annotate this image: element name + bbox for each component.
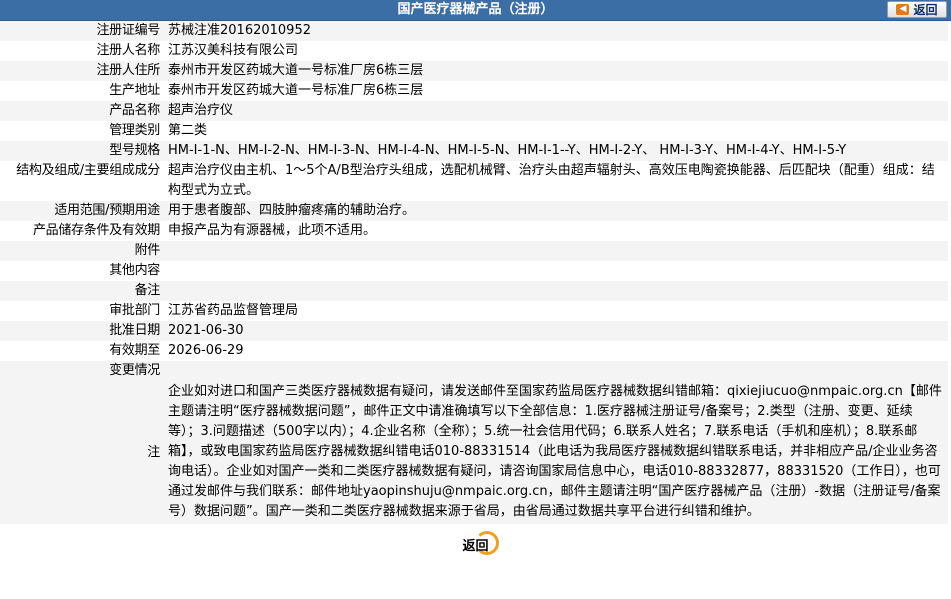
table-row: 产品储存条件及有效期 申报产品为有源器械，此项不适用。 [0, 221, 948, 241]
row-label: 生产地址 [0, 81, 164, 101]
row-value: 2021-06-30 [164, 321, 948, 341]
row-label: 适用范围/预期用途 [0, 201, 164, 221]
note-text: 企业如对进口和国产三类医疗器械数据有疑问，请发送邮件至国家药监局医疗器械数据纠错… [168, 384, 942, 519]
table-row: 产品名称 超声治疗仪 [0, 101, 948, 121]
row-label: 有效期至 [0, 341, 164, 361]
row-value: 泰州市开发区药城大道一号标准厂房6栋三层 [164, 81, 948, 101]
row-value: 企业如对进口和国产三类医疗器械数据有疑问，请发送邮件至国家药监局医疗器械数据纠错… [164, 381, 948, 524]
row-label: 备注 [0, 281, 164, 301]
row-label: 产品储存条件及有效期 [0, 221, 164, 241]
table-row: 变更情况 [0, 361, 948, 381]
back-button-bottom[interactable]: 返回 [453, 531, 499, 557]
back-button-top[interactable]: ◀ 返回 [887, 1, 947, 18]
row-value: 超声治疗仪由主机、1～5个A/B型治疗头组成，选配机械臂、治疗头由超声辐射头、高… [164, 161, 948, 201]
table-row: 生产地址 泰州市开发区药城大道一号标准厂房6栋三层 [0, 81, 948, 101]
table-row: 适用范围/预期用途 用于患者腹部、四肢肿瘤疼痛的辅助治疗。 [0, 201, 948, 221]
table-row-note: 注 企业如对进口和国产三类医疗器械数据有疑问，请发送邮件至国家药监局医疗器械数据… [0, 381, 948, 524]
table-row: 管理类别 第二类 [0, 121, 948, 141]
row-value [164, 281, 948, 301]
row-value: 申报产品为有源器械，此项不适用。 [164, 221, 948, 241]
footer: 返回 [0, 524, 951, 564]
row-label: 其他内容 [0, 261, 164, 281]
row-label: 注册人名称 [0, 41, 164, 61]
row-label: 产品名称 [0, 101, 164, 121]
row-label: 注册人住所 [0, 61, 164, 81]
row-label: 注 [0, 381, 164, 524]
back-button-label: 返回 [462, 538, 489, 554]
row-value [164, 241, 948, 261]
row-label: 注册证编号 [0, 21, 164, 41]
row-value: 2026-06-29 [164, 341, 948, 361]
row-value: 超声治疗仪 [164, 101, 948, 121]
row-label: 管理类别 [0, 121, 164, 141]
table-row: 注册人名称 江苏汉美科技有限公司 [0, 41, 948, 61]
row-label: 批准日期 [0, 321, 164, 341]
table-row: 附件 [0, 241, 948, 261]
row-label: 附件 [0, 241, 164, 261]
row-value: 泰州市开发区药城大道一号标准厂房6栋三层 [164, 61, 948, 81]
detail-table: 注册证编号 苏械注准20162010952 注册人名称 江苏汉美科技有限公司 注册人住所… [0, 21, 948, 524]
back-button-label: 返回 [913, 3, 938, 17]
row-value: 江苏汉美科技有限公司 [164, 41, 948, 61]
table-row: 结构及组成/主要组成成分 超声治疗仪由主机、1～5个A/B型治疗头组成，选配机械臂… [0, 161, 948, 201]
row-label: 型号规格 [0, 141, 164, 161]
table-row: 审批部门 江苏省药品监督管理局 [0, 301, 948, 321]
table-row: 型号规格 HM-I-1-N、HM-I-2-N、HM-I-3-N、HM-I-4-N、… [0, 141, 948, 161]
row-value: 江苏省药品监督管理局 [164, 301, 948, 321]
row-value: 第二类 [164, 121, 948, 141]
row-value [164, 261, 948, 281]
table-row: 有效期至 2026-06-29 [0, 341, 948, 361]
row-value: 用于患者腹部、四肢肿瘤疼痛的辅助治疗。 [164, 201, 948, 221]
page-header: 国产医疗器械产品（注册） ◀ 返回 [0, 0, 951, 21]
row-label: 结构及组成/主要组成成分 [0, 161, 164, 201]
table-row: 批准日期 2021-06-30 [0, 321, 948, 341]
row-label: 审批部门 [0, 301, 164, 321]
page-title: 国产医疗器械产品（注册） [397, 2, 554, 17]
table-row: 注册证编号 苏械注准20162010952 [0, 21, 948, 41]
row-value: HM-I-1-N、HM-I-2-N、HM-I-3-N、HM-I-4-N、HM-I… [164, 141, 948, 161]
table-row: 备注 [0, 281, 948, 301]
table-row: 其他内容 [0, 261, 948, 281]
row-value [164, 361, 948, 381]
row-label: 变更情况 [0, 361, 164, 381]
row-value: 苏械注准20162010952 [164, 21, 948, 41]
arrow-left-icon: ◀ [896, 4, 910, 15]
table-row: 注册人住所 泰州市开发区药城大道一号标准厂房6栋三层 [0, 61, 948, 81]
